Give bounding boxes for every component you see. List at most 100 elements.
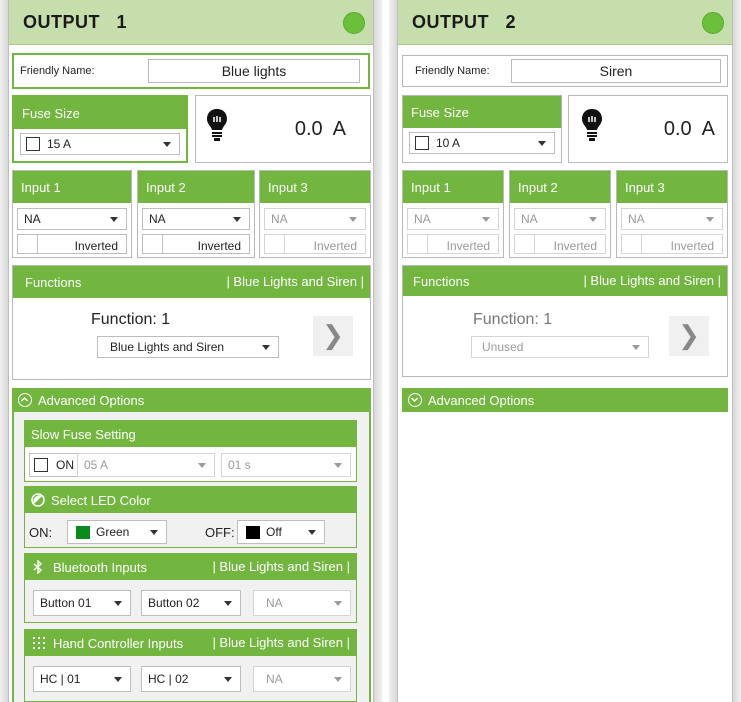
bluetooth-input-1-select[interactable]: Button 01 [33,590,131,616]
led-color-title: Select LED Color [51,492,151,508]
bluetooth-inputs-box: Bluetooth Inputs | Blue Lights and Siren… [24,553,357,623]
input-1-inverted[interactable]: Inverted [17,234,127,254]
panel-shadow [389,0,397,702]
inverted-checkbox[interactable] [18,235,38,253]
led-off-value: Off [266,525,282,539]
fuse-size-select[interactable]: 10 A [409,132,555,154]
bluetooth-input-2-select[interactable]: Button 02 [141,590,241,616]
fuse-size-label: Fuse Size [14,97,186,129]
next-function-button[interactable]: ❯ [669,316,709,356]
friendly-name-row: Friendly Name: Blue lights [12,53,370,89]
fuse-checkbox[interactable] [26,137,40,151]
input-1-box: Input 1 NA Inverted [402,170,504,258]
fuse-size-label: Fuse Size [403,96,561,128]
bluetooth-title: Bluetooth Inputs [53,559,147,575]
bulb-icon [207,109,227,141]
output-2-body: OUTPUT 2 Friendly Name: Siren Fuse Size … [397,0,733,702]
input-1-select[interactable]: NA [17,208,127,230]
led-on-select[interactable]: Green [67,520,167,544]
chevron-down-icon [150,530,158,535]
functions-label: Functions [25,274,82,290]
advanced-options-toggle[interactable]: Advanced Options [402,388,728,412]
chevron-down-icon [334,677,342,682]
led-on-label: ON: [29,525,53,540]
friendly-name-row: Friendly Name: Siren [402,55,728,87]
output-2-header: OUTPUT 2 [398,0,732,45]
slow-fuse-time-value: 01 s [228,458,251,472]
inverted-label: Inverted [553,239,597,253]
function-select[interactable]: Unused [471,336,649,358]
fuse-checkbox[interactable] [415,136,429,150]
bluetooth-input-3-value: NA [266,596,283,610]
function-value: Blue Lights and Siren [110,340,225,354]
fuse-size-value: 10 A [436,136,461,150]
input-3-inverted[interactable]: Inverted [621,234,723,254]
input-1-value: NA [24,212,41,226]
input-3-inverted[interactable]: Inverted [264,234,366,254]
friendly-name-input[interactable]: Blue lights [148,59,360,83]
hand-controller-1-value: HC | 01 [40,672,81,686]
inverted-checkbox[interactable] [622,235,642,253]
current-box: 0.0 A [195,95,371,163]
led-color-header: Select LED Color [25,487,356,513]
input-1-box: Input 1 NA Inverted [12,170,132,258]
input-3-select[interactable]: NA [264,208,366,230]
bluetooth-input-3-select[interactable]: NA [253,590,351,616]
led-color-box: Select LED Color ON: Green OFF: Off [24,486,357,548]
output-1-header: OUTPUT 1 [9,0,373,45]
functions-label: Functions [413,273,470,289]
led-on-swatch [76,526,90,539]
chevron-down-icon [334,601,342,606]
inverted-checkbox[interactable] [143,235,163,253]
advanced-options-toggle[interactable]: Advanced Options [12,388,371,412]
slow-fuse-amp-select[interactable]: 05 A [77,453,215,477]
slow-fuse-checkbox[interactable] [34,458,48,472]
input-2-value: NA [521,212,538,226]
slow-fuse-amp-value: 05 A [84,458,109,472]
input-1-value: NA [414,212,431,226]
input-2-inverted[interactable]: Inverted [142,234,250,254]
functions-header: Functions | Blue Lights and Siren | [13,266,370,298]
led-on-value: Green [96,525,130,539]
chevron-down-icon [632,345,640,350]
input-2-select[interactable]: NA [142,208,250,230]
hand-controller-1-select[interactable]: HC | 01 [33,666,131,692]
keypad-icon [33,637,45,649]
hand-controller-3-value: NA [266,672,283,686]
inverted-label: Inverted [197,239,241,253]
chevron-down-icon [308,530,316,535]
input-1-select[interactable]: NA [407,208,499,230]
bluetooth-icon [33,560,43,574]
status-indicator [702,12,724,34]
hand-controller-3-select[interactable]: NA [253,666,351,692]
next-function-button[interactable]: ❯ [313,316,353,356]
friendly-name-label: Friendly Name: [20,65,95,77]
hand-controller-box: Hand Controller Inputs | Blue Lights and… [24,629,357,702]
panel-shadow [733,0,741,702]
slow-fuse-time-select[interactable]: 01 s [221,453,351,477]
inverted-checkbox[interactable] [515,235,535,253]
hand-controller-2-select[interactable]: HC | 02 [141,666,241,692]
output-title: OUTPUT 1 [23,11,128,32]
inverted-checkbox[interactable] [408,235,428,253]
led-off-select[interactable]: Off [237,520,325,544]
function-select[interactable]: Blue Lights and Siren [97,336,279,358]
inverted-checkbox[interactable] [265,235,285,253]
friendly-name-input[interactable]: Siren [511,59,721,83]
input-3-select[interactable]: NA [621,208,723,230]
panel-shadow [0,0,8,702]
chevron-right-icon: ❯ [678,321,700,351]
fuse-size-value: 15 A [47,137,72,151]
input-3-box: Input 3 NA Inverted [259,170,371,258]
input-1-inverted[interactable]: Inverted [407,234,499,254]
output-1-panel: OUTPUT 1 Friendly Name: Blue lights Fuse… [0,0,382,702]
input-2-select[interactable]: NA [514,208,606,230]
advanced-options-panel: Slow Fuse Setting ON 05 A 01 s Select LE… [12,412,371,702]
input-2-inverted[interactable]: Inverted [514,234,606,254]
chevron-down-icon [349,217,357,222]
functions-header: Functions | Blue Lights and Siren | [403,266,727,296]
fuse-size-select[interactable]: 15 A [20,133,180,155]
contrast-icon [31,493,45,507]
friendly-name-label: Friendly Name: [415,65,490,77]
chevron-down-icon [262,345,270,350]
